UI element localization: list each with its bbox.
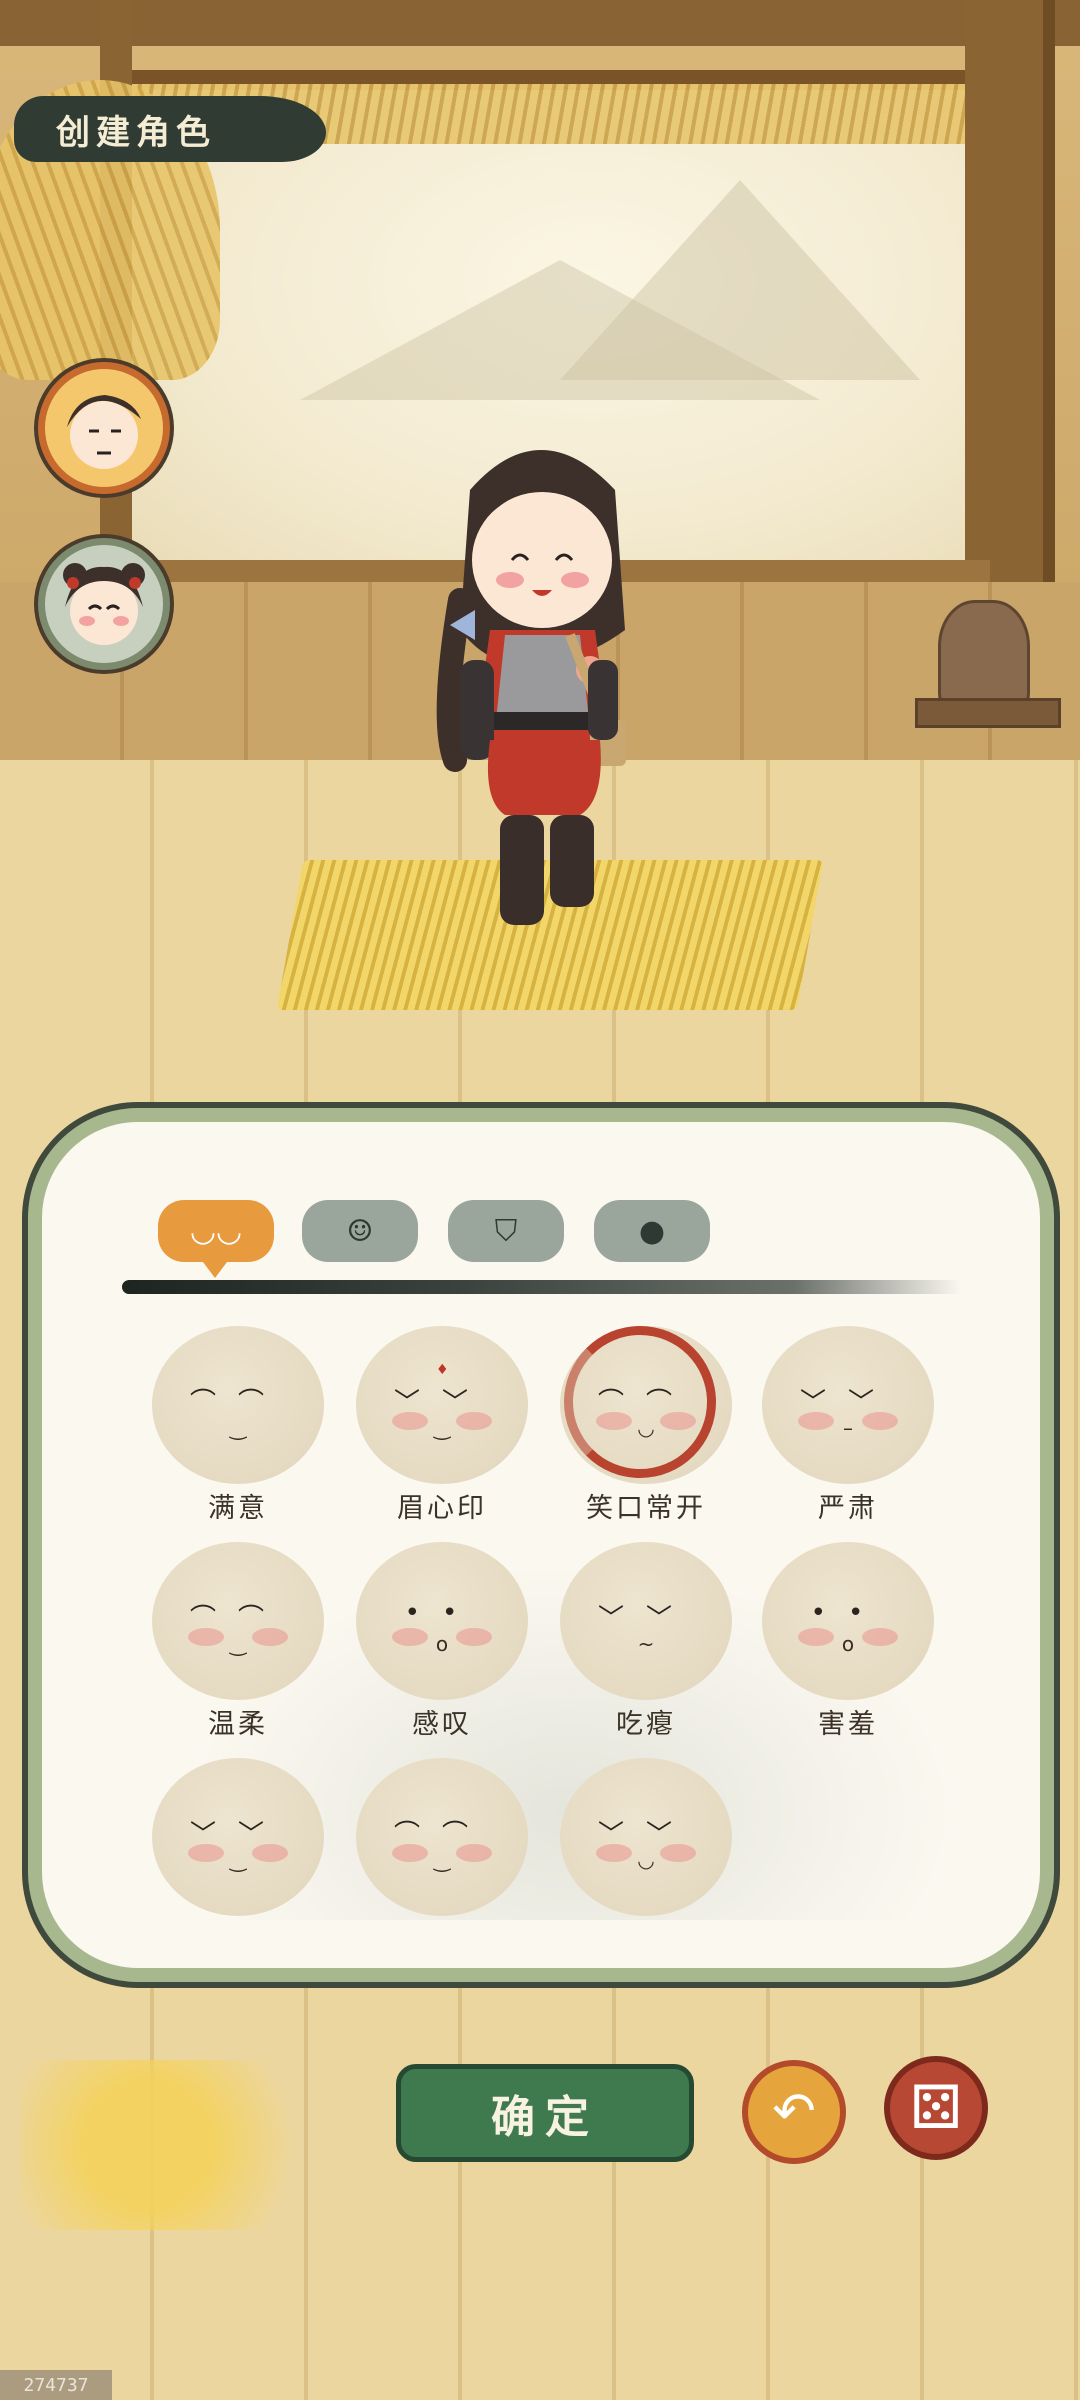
tab-expression[interactable]: ◡◡ xyxy=(158,1200,274,1262)
expression-option-10[interactable]: ⌒⌒ ‿ xyxy=(356,1758,528,1916)
face-eyes: ﹀﹀ xyxy=(597,1604,694,1634)
clothing-icon: ⛉ xyxy=(494,1213,518,1249)
face-mouth: ‿ xyxy=(229,1848,247,1872)
face-expression-icon: ◡◡ xyxy=(189,1213,243,1249)
expression-label: 满意 xyxy=(208,1493,268,1524)
wooden-stool xyxy=(915,698,1061,728)
expression-label: 笑口常开 xyxy=(586,1493,706,1524)
expression-option-7[interactable]: ﹀﹀ ~ xyxy=(560,1542,732,1700)
fallen-leaves xyxy=(20,2060,340,2230)
face-mouth: ◡ xyxy=(637,1848,655,1872)
face-mouth: o xyxy=(841,1632,855,1656)
face-mouth: o xyxy=(435,1632,449,1656)
expression-option-6[interactable]: •• o xyxy=(356,1542,528,1700)
expression-option-11[interactable]: ﹀﹀ ◡ xyxy=(560,1758,732,1916)
face-eyes: ﹀﹀ xyxy=(189,1820,286,1850)
expression-option-2[interactable]: ♦ ﹀﹀ ‿ xyxy=(356,1326,528,1484)
expression-label: 严肃 xyxy=(818,1493,878,1524)
roof-beam xyxy=(120,70,980,84)
page-title: 创建角色 xyxy=(14,96,326,162)
tab-hairstyle[interactable]: ☺ xyxy=(302,1200,418,1262)
face-eyes: ⌒⌒ xyxy=(393,1820,490,1850)
face-mouth: ‿ xyxy=(229,1416,247,1440)
roof-beam xyxy=(0,0,1080,46)
watermark-id: 274737 xyxy=(0,2370,112,2400)
tab-clothing[interactable]: ⛉ xyxy=(448,1200,564,1262)
active-tab-pointer xyxy=(203,1262,227,1278)
dice-icon: ⚄ xyxy=(909,2073,963,2143)
face-eyes: ﹀﹀ xyxy=(597,1820,694,1850)
expression-option-8[interactable]: •• o xyxy=(762,1542,934,1700)
expression-option-1[interactable]: ⌒⌒ ‿ xyxy=(152,1326,324,1484)
expression-label: 温柔 xyxy=(208,1709,268,1740)
undo-arrow-icon: ↶ xyxy=(772,2082,816,2142)
forehead-mark-icon: ♦ xyxy=(436,1362,449,1378)
face-mouth: ‿ xyxy=(433,1416,451,1440)
face-mouth: ‿ xyxy=(433,1848,451,1872)
expression-label: 吃瘪 xyxy=(616,1709,676,1740)
face-mouth: ‿ xyxy=(229,1632,247,1656)
distant-mountain xyxy=(560,180,920,380)
character-select-boy[interactable] xyxy=(38,362,170,494)
face-eyes: ﹀﹀ xyxy=(799,1388,896,1418)
expression-label: 感叹 xyxy=(412,1709,472,1740)
expression-option-9[interactable]: ﹀﹀ ‿ xyxy=(152,1758,324,1916)
face-eyes: ⌒⌒ xyxy=(189,1604,286,1634)
randomize-button[interactable]: ⚄ xyxy=(884,2056,988,2160)
expression-label: 眉心印 xyxy=(397,1493,487,1524)
face-eyes: ﹀﹀ xyxy=(393,1388,490,1418)
head-shape-icon: ● xyxy=(638,1213,666,1249)
tab-head-shape[interactable]: ● xyxy=(594,1200,710,1262)
player-character[interactable] xyxy=(420,420,660,960)
face-mouth: – xyxy=(843,1416,853,1440)
character-select-girl[interactable] xyxy=(38,538,170,670)
confirm-button[interactable]: 确定 xyxy=(396,2064,694,2162)
expression-label: 害羞 xyxy=(818,1709,878,1740)
brush-stroke-divider xyxy=(122,1280,962,1294)
expression-option-5[interactable]: ⌒⌒ ‿ xyxy=(152,1542,324,1700)
face-eyes: ⌒⌒ xyxy=(189,1388,286,1418)
face-eyes: •• xyxy=(810,1598,886,1628)
expression-option-4[interactable]: ﹀﹀ – xyxy=(762,1326,934,1484)
selection-ring xyxy=(564,1326,716,1478)
hairstyle-icon: ☺ xyxy=(346,1213,374,1249)
boy-portrait-icon xyxy=(67,395,141,469)
undo-button[interactable]: ↶ xyxy=(742,2060,846,2164)
face-eyes: •• xyxy=(404,1598,480,1628)
face-mouth: ~ xyxy=(637,1632,655,1656)
girl-portrait-icon xyxy=(63,563,145,645)
